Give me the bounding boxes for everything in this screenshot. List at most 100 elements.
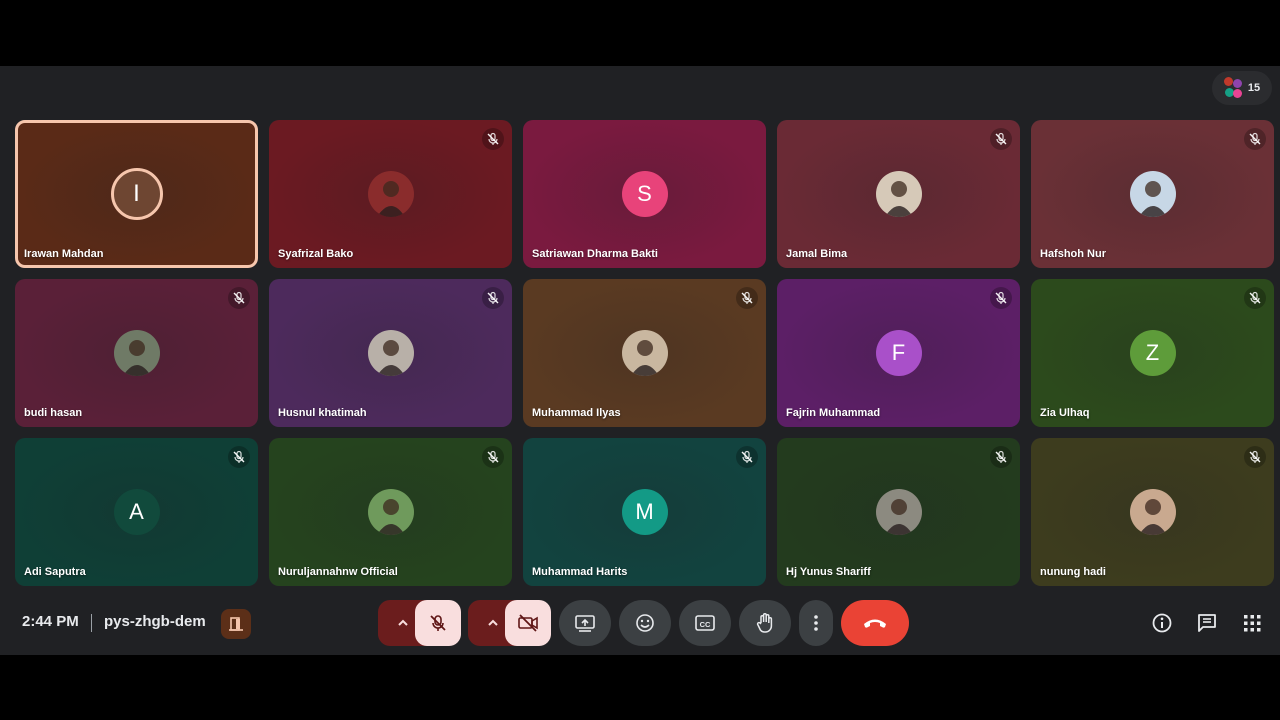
divider bbox=[91, 614, 92, 632]
leave-call-button[interactable] bbox=[841, 600, 909, 646]
participant-tile[interactable]: Jamal Bima bbox=[777, 120, 1020, 268]
participants-chip[interactable]: 15 bbox=[1212, 71, 1272, 105]
present-screen-button[interactable] bbox=[559, 600, 611, 646]
avatar-initial: Z bbox=[1145, 340, 1160, 365]
more-icon bbox=[814, 615, 818, 631]
reactions-button[interactable] bbox=[619, 600, 671, 646]
chat-icon bbox=[1198, 614, 1216, 632]
participant-name: Irawan Mahdan bbox=[24, 248, 104, 260]
participant-avatar bbox=[875, 489, 922, 535]
profile-photo-icon bbox=[630, 340, 659, 376]
muted-indicator bbox=[1244, 446, 1266, 468]
participant-name: Adi Saputra bbox=[24, 566, 86, 578]
participant-tile[interactable]: Hafshoh Nur bbox=[1031, 120, 1274, 268]
participant-tile[interactable]: S Satriawan Dharma Bakti bbox=[523, 120, 766, 268]
meeting-area: 15 I Irawan Mahdan Syafrizal Bako S Satriawa… bbox=[0, 66, 1280, 655]
participant-tile[interactable]: A Adi Saputra bbox=[15, 438, 258, 586]
mic-off-icon bbox=[995, 132, 1007, 145]
avatar-initial: A bbox=[129, 499, 144, 524]
chevron-up-icon bbox=[398, 619, 408, 626]
participant-tile[interactable]: Nuruljannahnw Official bbox=[269, 438, 512, 586]
bottom-bar: 2:44 PM pys-zhgb-dem CC bbox=[0, 600, 1280, 646]
captions-button[interactable]: CC bbox=[679, 600, 731, 646]
participant-name: Hj Yunus Shariff bbox=[786, 566, 871, 578]
muted-indicator bbox=[482, 128, 504, 150]
avatar-initial: I bbox=[133, 180, 140, 207]
participant-avatar bbox=[367, 330, 414, 376]
participant-tile[interactable]: M Muhammad Harits bbox=[523, 438, 766, 586]
profile-photo-icon bbox=[1138, 499, 1167, 535]
participant-name: Muhammad Harits bbox=[532, 566, 628, 578]
participant-name: Fajrin Muhammad bbox=[786, 407, 881, 419]
participant-tile[interactable]: budi hasan bbox=[15, 279, 258, 427]
participant-avatar bbox=[1129, 171, 1176, 217]
profile-photo-icon bbox=[122, 340, 151, 376]
muted-indicator bbox=[482, 446, 504, 468]
muted-indicator bbox=[990, 128, 1012, 150]
mic-off-icon bbox=[1249, 291, 1261, 304]
participant-avatar: I bbox=[110, 168, 163, 220]
muted-indicator bbox=[736, 446, 758, 468]
info-icon bbox=[1152, 613, 1172, 633]
participant-tile[interactable]: Husnul khatimah bbox=[269, 279, 512, 427]
activities-button[interactable] bbox=[1232, 600, 1272, 646]
mic-off-icon bbox=[741, 291, 753, 304]
participant-avatar: F bbox=[875, 330, 922, 376]
participant-avatar bbox=[367, 171, 414, 217]
participant-avatar bbox=[367, 489, 414, 535]
participant-grid: I Irawan Mahdan Syafrizal Bako S Satriawan D… bbox=[15, 120, 1274, 586]
participant-name: Satriawan Dharma Bakti bbox=[532, 248, 658, 260]
microphone-toggle-button[interactable] bbox=[415, 600, 461, 646]
participant-tile[interactable]: Muhammad Ilyas bbox=[523, 279, 766, 427]
participant-avatar: M bbox=[621, 489, 668, 535]
participant-tile[interactable]: I Irawan Mahdan bbox=[15, 120, 258, 268]
muted-indicator bbox=[1244, 128, 1266, 150]
participant-avatar bbox=[875, 171, 922, 217]
participant-name: Husnul khatimah bbox=[278, 407, 367, 419]
meeting-details-button[interactable] bbox=[1142, 600, 1182, 646]
participant-tile[interactable]: Hj Yunus Shariff bbox=[777, 438, 1020, 586]
host-controls-button[interactable] bbox=[221, 609, 251, 639]
participant-name: Muhammad Ilyas bbox=[532, 407, 621, 419]
participant-tile[interactable]: Z Zia Ulhaq bbox=[1031, 279, 1274, 427]
mic-off-icon bbox=[430, 615, 446, 631]
participant-name: Jamal Bima bbox=[786, 248, 848, 260]
mic-off-icon bbox=[995, 450, 1007, 463]
muted-indicator bbox=[990, 287, 1012, 309]
meeting-time: 2:44 PM bbox=[22, 613, 79, 630]
raise-hand-button[interactable] bbox=[739, 600, 791, 646]
participant-avatar bbox=[621, 330, 668, 376]
participant-tile[interactable]: F Fajrin Muhammad bbox=[777, 279, 1020, 427]
mic-off-icon bbox=[487, 450, 499, 463]
participant-name: budi hasan bbox=[24, 407, 83, 419]
mic-off-icon bbox=[1249, 450, 1261, 463]
participant-name: Zia Ulhaq bbox=[1040, 407, 1090, 419]
chat-button[interactable] bbox=[1187, 600, 1227, 646]
profile-photo-icon bbox=[376, 499, 405, 535]
muted-indicator bbox=[736, 287, 758, 309]
end-call-icon bbox=[864, 619, 886, 628]
mic-off-icon bbox=[1249, 132, 1261, 145]
muted-indicator bbox=[1244, 287, 1266, 309]
captions-icon: CC bbox=[695, 615, 715, 631]
chevron-up-icon bbox=[488, 619, 498, 626]
participant-name: Nuruljannahnw Official bbox=[278, 566, 398, 578]
avatar-initial: F bbox=[891, 340, 906, 365]
participant-avatar: S bbox=[621, 171, 668, 217]
mic-off-icon bbox=[741, 450, 753, 463]
more-options-button[interactable] bbox=[799, 600, 833, 646]
camera-toggle-button[interactable] bbox=[505, 600, 551, 646]
mic-off-icon bbox=[487, 132, 499, 145]
participant-tile[interactable]: nunung hadi bbox=[1031, 438, 1274, 586]
profile-photo-icon bbox=[884, 499, 913, 535]
svg-text:CC: CC bbox=[700, 620, 711, 629]
present-icon bbox=[575, 615, 595, 632]
profile-photo-icon bbox=[376, 181, 405, 217]
mic-off-icon bbox=[995, 291, 1007, 304]
muted-indicator bbox=[228, 446, 250, 468]
avatar-initial: S bbox=[637, 181, 652, 206]
participant-tile[interactable]: Syafrizal Bako bbox=[269, 120, 512, 268]
participant-avatar bbox=[113, 330, 160, 376]
camera-off-icon bbox=[518, 614, 538, 632]
mic-off-icon bbox=[487, 291, 499, 304]
